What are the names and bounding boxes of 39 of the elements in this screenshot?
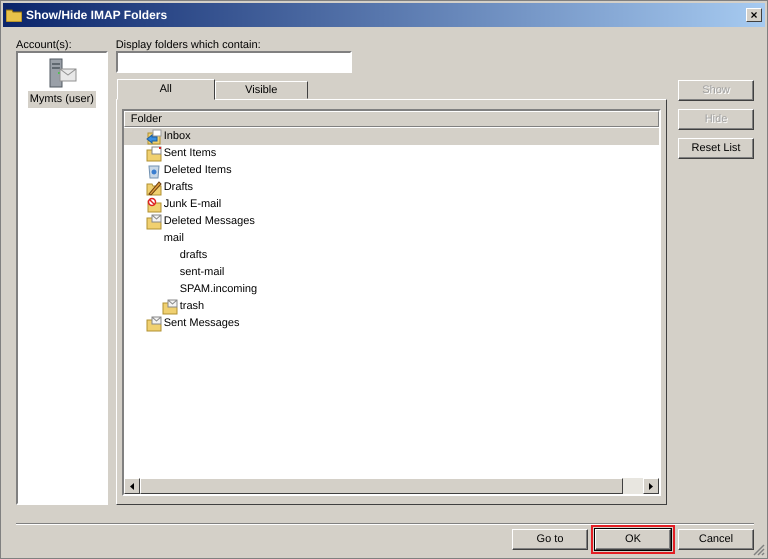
folder-name[interactable]: SPAM.incoming — [180, 281, 258, 298]
close-button[interactable]: × — [746, 8, 762, 22]
tab[interactable]: All — [116, 79, 215, 100]
mail-folder-icon — [146, 316, 162, 332]
folder-name[interactable]: Drafts — [164, 179, 194, 196]
folder-name[interactable]: trash — [180, 298, 204, 315]
mail-folder-icon — [162, 298, 178, 315]
left-arrow-icon — [130, 482, 134, 490]
folder-icon — [6, 8, 22, 22]
folder-name[interactable]: Junk E-mail — [164, 196, 222, 213]
dialog-button[interactable]: Cancel — [678, 529, 754, 550]
dialog-button[interactable]: Go to — [512, 529, 588, 550]
account-item[interactable]: Mymts (user) — [28, 91, 96, 108]
right-arrow-icon — [649, 482, 653, 490]
horizontal-scrollbar[interactable] — [124, 478, 659, 494]
folder-name[interactable]: mail — [164, 230, 184, 247]
blocked-folder-icon — [146, 196, 162, 213]
mail-folder-icon — [146, 214, 162, 230]
resize-grip-icon[interactable] — [753, 544, 765, 556]
folder-name[interactable]: drafts — [180, 247, 208, 264]
folder-name[interactable]: Deleted Items — [164, 162, 232, 179]
filter-field[interactable] — [116, 51, 352, 73]
folder-name[interactable]: Sent Items — [164, 145, 216, 162]
column-header: Folder — [124, 111, 659, 127]
folder-name[interactable]: sent-mail — [180, 264, 224, 281]
selected-row[interactable]: Inbox — [124, 128, 659, 145]
accounts-label: Account(s): — [16, 38, 73, 51]
inbox-folder-icon — [146, 128, 162, 145]
folder-name[interactable]: Deleted Messages — [164, 213, 255, 230]
folder-name[interactable]: Sent Messages — [164, 315, 240, 332]
tab[interactable]: Visible — [214, 81, 308, 99]
filter-label: Display folders which contain: — [116, 38, 262, 51]
recycle-bin-icon — [146, 162, 162, 179]
window-title: Show/Hide IMAP Folders — [26, 7, 168, 24]
folder-name: Inbox — [164, 129, 191, 144]
dialog-button[interactable]: OK — [595, 529, 671, 550]
side-button[interactable]: Reset List — [678, 138, 754, 159]
sent-folder-icon — [146, 146, 162, 162]
pencil-folder-icon — [146, 180, 162, 196]
